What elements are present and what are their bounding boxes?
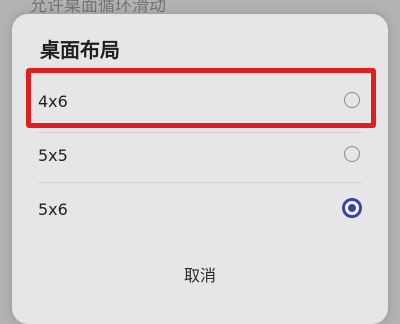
layout-dialog: 桌面布局 4x6 5x5 5x6 取消 bbox=[12, 14, 388, 324]
cancel-button[interactable]: 取消 bbox=[12, 262, 388, 286]
dialog-title: 桌面布局 bbox=[40, 38, 120, 62]
option-label: 5x5 bbox=[38, 146, 68, 165]
option-5x5[interactable]: 5x5 bbox=[12, 132, 388, 182]
option-label: 5x6 bbox=[38, 200, 68, 219]
red-highlight-box bbox=[26, 68, 376, 128]
radio-checked-icon[interactable] bbox=[342, 198, 362, 218]
divider bbox=[38, 182, 362, 183]
radio-unchecked-icon[interactable] bbox=[344, 146, 360, 162]
option-5x6[interactable]: 5x6 bbox=[12, 186, 388, 236]
